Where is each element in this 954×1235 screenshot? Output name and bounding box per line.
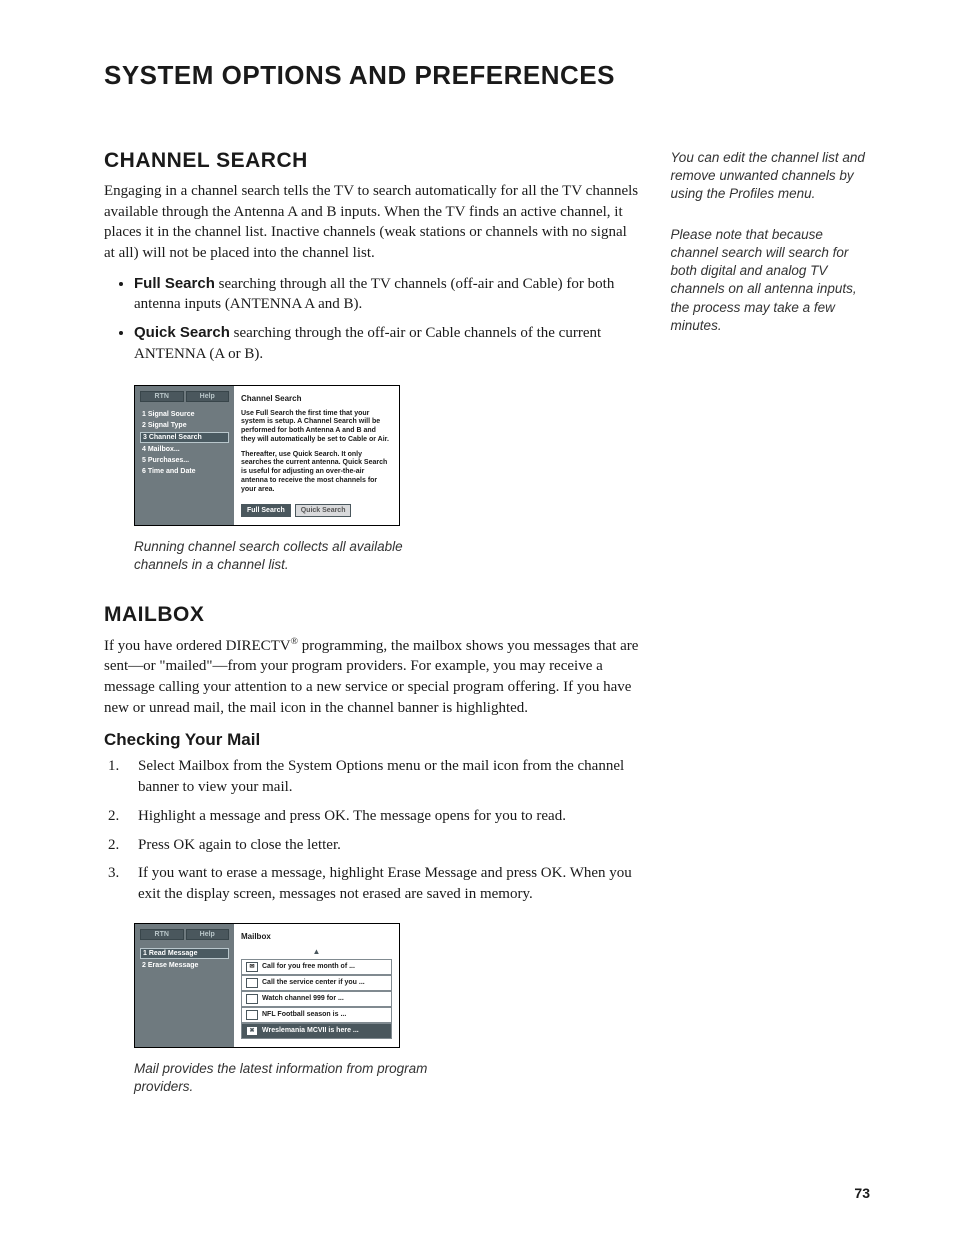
side-note: Please note that because channel search …	[671, 226, 870, 335]
bullet-full-search: Full Search searching through all the TV…	[134, 274, 641, 315]
step-item: 3.If you want to erase a message, highli…	[134, 863, 641, 904]
sidebar-notes: You can edit the channel list and remove…	[671, 149, 870, 1124]
bullet-quick-search: Quick Search searching through the off-a…	[134, 323, 641, 364]
step-number: 2.	[108, 806, 119, 827]
channel-search-screenshot: RTN Help 1 Signal Source 2 Signal Type 3…	[134, 385, 400, 527]
page-title: SYSTEM OPTIONS AND PREFERENCES	[104, 60, 870, 91]
sidebar-item-purchases[interactable]: 5 Purchases...	[140, 456, 229, 465]
mail-steps: 1. Select Mailbox from the System Options…	[104, 756, 641, 904]
mail-icon	[246, 994, 258, 1004]
step-text: Highlight a message and press OK. The me…	[138, 808, 566, 824]
mailbox-message-row[interactable]: Call the service center if you ...	[241, 975, 392, 991]
channel-search-caption: Running channel search collects all avai…	[134, 538, 454, 574]
panel-body-2: Thereafter, use Quick Search. It only se…	[241, 451, 392, 495]
sidebar-item-mailbox[interactable]: 4 Mailbox...	[140, 445, 229, 454]
step-number: 1.	[108, 756, 119, 777]
mailbox-message-label: NFL Football season is ...	[262, 1011, 346, 1018]
full-search-button[interactable]: Full Search	[241, 504, 291, 517]
quick-search-button[interactable]: Quick Search	[295, 504, 352, 517]
mailbox-message-row[interactable]: NFL Football season is ...	[241, 1007, 392, 1023]
registered-mark: ®	[291, 636, 298, 647]
mailbox-message-list: ▲ ✉ Call for you free month of ... Call th…	[241, 948, 392, 1039]
ui-tab-rtn[interactable]: RTN	[140, 391, 184, 402]
ui-tab-help[interactable]: Help	[186, 391, 230, 402]
ui-tab-rtn[interactable]: RTN	[140, 929, 184, 940]
mailbox-screenshot: RTN Help 1 Read Message 2 Erase Message …	[134, 923, 400, 1048]
sidebar-item-signal-source[interactable]: 1 Signal Source	[140, 410, 229, 419]
ui-right-panel: Channel Search Use Full Search the first…	[234, 386, 399, 526]
mailbox-message-row[interactable]: ✖ Wreslemania MCVII is here ...	[241, 1023, 392, 1039]
scroll-up-icon[interactable]: ▲	[241, 948, 392, 956]
ui-sidebar: RTN Help 1 Signal Source 2 Signal Type 3…	[135, 386, 234, 526]
mail-icon: ✉	[246, 962, 258, 972]
mailbox-message-row[interactable]: ✉ Call for you free month of ...	[241, 959, 392, 975]
sidebar-item-erase-message[interactable]: 2 Erase Message	[140, 961, 229, 970]
mailbox-message-row[interactable]: Watch channel 999 for ...	[241, 991, 392, 1007]
mail-icon	[246, 1010, 258, 1020]
step-item: 2.Highlight a message and press OK. The …	[134, 806, 641, 827]
sidebar-item-signal-type[interactable]: 2 Signal Type	[140, 421, 229, 430]
mailbox-message-label: Call for you free month of ...	[262, 963, 355, 970]
page-number: 73	[854, 1185, 870, 1201]
mailbox-message-label: Watch channel 999 for ...	[262, 995, 344, 1002]
ui-right-panel: Mailbox ▲ ✉ Call for you free month of ..…	[234, 924, 399, 1047]
panel-title: Channel Search	[241, 394, 392, 403]
section-heading-mailbox: MAILBOX	[104, 603, 641, 627]
ui-sidebar: RTN Help 1 Read Message 2 Erase Message	[135, 924, 234, 1047]
step-text: If you want to erase a message, highligh…	[138, 865, 632, 902]
bullet-lead: Quick Search	[134, 324, 230, 341]
step-item: 1.Select Mailbox from the System Options…	[134, 756, 641, 797]
side-note: You can edit the channel list and remove…	[671, 149, 870, 204]
sidebar-item-channel-search[interactable]: 3 Channel Search	[140, 432, 229, 443]
panel-body-1: Use Full Search the first time that your…	[241, 410, 392, 445]
ui-tab-help[interactable]: Help	[186, 929, 230, 940]
mailbox-caption: Mail provides the latest information fro…	[134, 1060, 454, 1096]
panel-title: Mailbox	[241, 932, 392, 941]
mail-icon: ✖	[246, 1026, 258, 1036]
section-heading-channel-search: CHANNEL SEARCH	[104, 149, 641, 173]
sidebar-item-read-message[interactable]: 1 Read Message	[140, 948, 229, 959]
step-number: 3.	[108, 863, 119, 884]
step-item: 2.Press OK again to close the letter.	[134, 835, 641, 856]
channel-search-bullets: Full Search searching through all the TV…	[104, 274, 641, 365]
channel-search-intro: Engaging in a channel search tells the T…	[104, 181, 641, 264]
mailbox-message-label: Call the service center if you ...	[262, 979, 365, 986]
mailbox-message-label: Wreslemania MCVII is here ...	[262, 1027, 359, 1034]
sub-heading-checking-mail: Checking Your Mail	[104, 730, 641, 750]
step-text: Press OK again to close the letter.	[138, 837, 341, 853]
bullet-lead: Full Search	[134, 275, 215, 292]
step-text: Select Mailbox from the System Options m…	[138, 758, 624, 795]
sidebar-item-time-date[interactable]: 6 Time and Date	[140, 467, 229, 476]
step-number: 2.	[108, 835, 119, 856]
mailbox-intro: If you have ordered DIRECTV® programming…	[104, 635, 641, 719]
mail-icon	[246, 978, 258, 988]
